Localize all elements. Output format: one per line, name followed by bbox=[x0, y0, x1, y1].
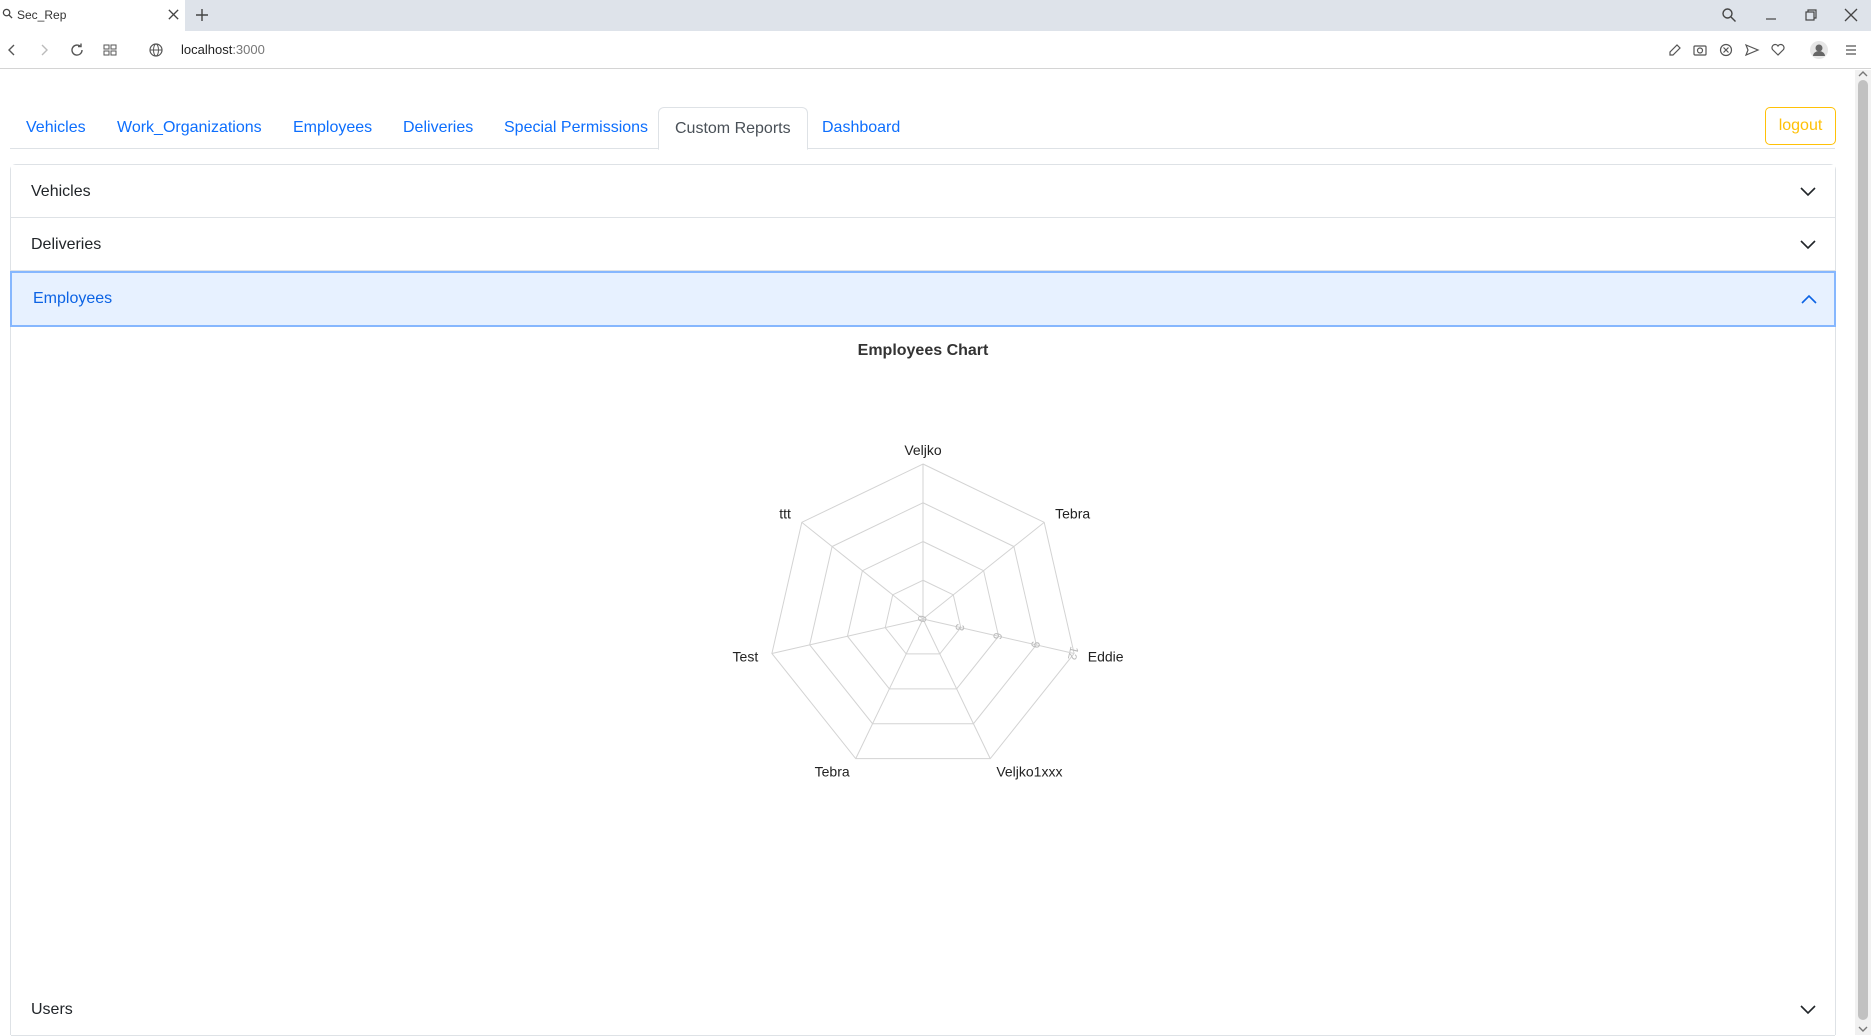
accordion-header-users[interactable]: Users bbox=[11, 983, 1835, 1036]
radar-category-label: Veljko1xxx bbox=[996, 763, 1062, 779]
chevron-down-icon bbox=[1800, 1005, 1816, 1015]
search-icon bbox=[2, 8, 13, 19]
radar-tick-label: 6 bbox=[990, 631, 1005, 641]
chevron-down-icon bbox=[1800, 240, 1816, 250]
url-text[interactable]: localhost:3000 bbox=[181, 42, 265, 57]
tab-employees[interactable]: Employees bbox=[277, 107, 388, 149]
accordion-label: Vehicles bbox=[31, 183, 91, 200]
send-icon[interactable] bbox=[1744, 42, 1760, 58]
tab-title: Sec_Rep bbox=[17, 8, 67, 22]
radar-category-label: Tebra bbox=[1055, 506, 1090, 522]
accordion-label: Users bbox=[31, 1001, 73, 1018]
restore-icon[interactable] bbox=[1803, 7, 1819, 23]
tab-vehicles[interactable]: Vehicles bbox=[10, 107, 102, 149]
scroll-up-icon[interactable] bbox=[1858, 70, 1868, 78]
globe-icon bbox=[149, 43, 163, 57]
radar-category-label: Tebra bbox=[815, 763, 850, 779]
tab-dashboard[interactable]: Dashboard bbox=[806, 107, 916, 149]
tab-work-organizations[interactable]: Work_Organizations bbox=[101, 107, 278, 149]
browser-titlebar: Sec_Rep bbox=[0, 0, 1871, 31]
back-icon[interactable] bbox=[4, 42, 20, 58]
radar-spoke bbox=[771, 618, 924, 654]
accordion-header-vehicles[interactable]: Vehicles bbox=[11, 165, 1835, 218]
heart-icon[interactable] bbox=[1770, 42, 1786, 58]
chevron-up-icon bbox=[1801, 294, 1817, 304]
chevron-down-icon bbox=[1800, 187, 1816, 197]
menu-icon[interactable] bbox=[1843, 42, 1859, 58]
tab-special-permissions[interactable]: Special Permissions bbox=[488, 107, 664, 149]
radar-category-label: ttt bbox=[779, 506, 791, 522]
radar-spoke bbox=[801, 521, 924, 620]
forward-icon[interactable] bbox=[36, 42, 52, 58]
shield-icon[interactable] bbox=[1718, 42, 1734, 58]
radar-category-label: Eddie bbox=[1088, 649, 1124, 665]
grid-icon[interactable] bbox=[102, 42, 118, 58]
main-nav-tabs: Vehicles Work_Organizations Employees De… bbox=[10, 107, 1835, 150]
address-bar: localhost:3000 bbox=[0, 31, 1871, 69]
url-port: :3000 bbox=[232, 42, 265, 57]
scroll-thumb[interactable] bbox=[1858, 80, 1868, 1020]
radar-tick-label: 12 bbox=[1065, 645, 1082, 661]
accordion-header-deliveries[interactable]: Deliveries bbox=[11, 218, 1835, 271]
radar-tick-label: 9 bbox=[1028, 640, 1043, 650]
reload-icon[interactable] bbox=[69, 42, 85, 58]
url-host: localhost bbox=[181, 42, 233, 57]
logout-button[interactable]: logout bbox=[1765, 107, 1836, 145]
close-icon[interactable] bbox=[167, 8, 180, 21]
edit-icon[interactable] bbox=[1667, 42, 1683, 58]
new-tab-icon[interactable] bbox=[195, 8, 209, 22]
radar-category-label: Veljko bbox=[904, 442, 942, 458]
radar-spoke bbox=[922, 521, 1045, 620]
chart-title: Employees Chart bbox=[857, 342, 989, 359]
radar-category-label: Test bbox=[733, 649, 759, 665]
accordion-header-employees[interactable]: Employees bbox=[10, 271, 1836, 327]
tab-custom-reports[interactable]: Custom Reports bbox=[658, 107, 808, 150]
employees-radar-chart: 036912VeljkoTebraEddieVeljko1xxxTebraTes… bbox=[733, 442, 1124, 779]
browser-tab[interactable]: Sec_Rep bbox=[0, 0, 185, 31]
scroll-down-icon[interactable] bbox=[1858, 1025, 1868, 1033]
accordion-label: Employees bbox=[33, 290, 113, 307]
tab-deliveries[interactable]: Deliveries bbox=[387, 107, 489, 149]
accordion-label: Deliveries bbox=[31, 236, 102, 253]
close-window-icon[interactable] bbox=[1843, 7, 1859, 23]
minimize-icon[interactable] bbox=[1763, 7, 1779, 23]
page-scrollbar[interactable] bbox=[1855, 70, 1871, 1035]
radar-tick-label: 3 bbox=[952, 623, 967, 633]
camera-icon[interactable] bbox=[1692, 42, 1708, 58]
avatar-icon[interactable] bbox=[1809, 40, 1829, 60]
search-icon[interactable] bbox=[1721, 7, 1737, 23]
